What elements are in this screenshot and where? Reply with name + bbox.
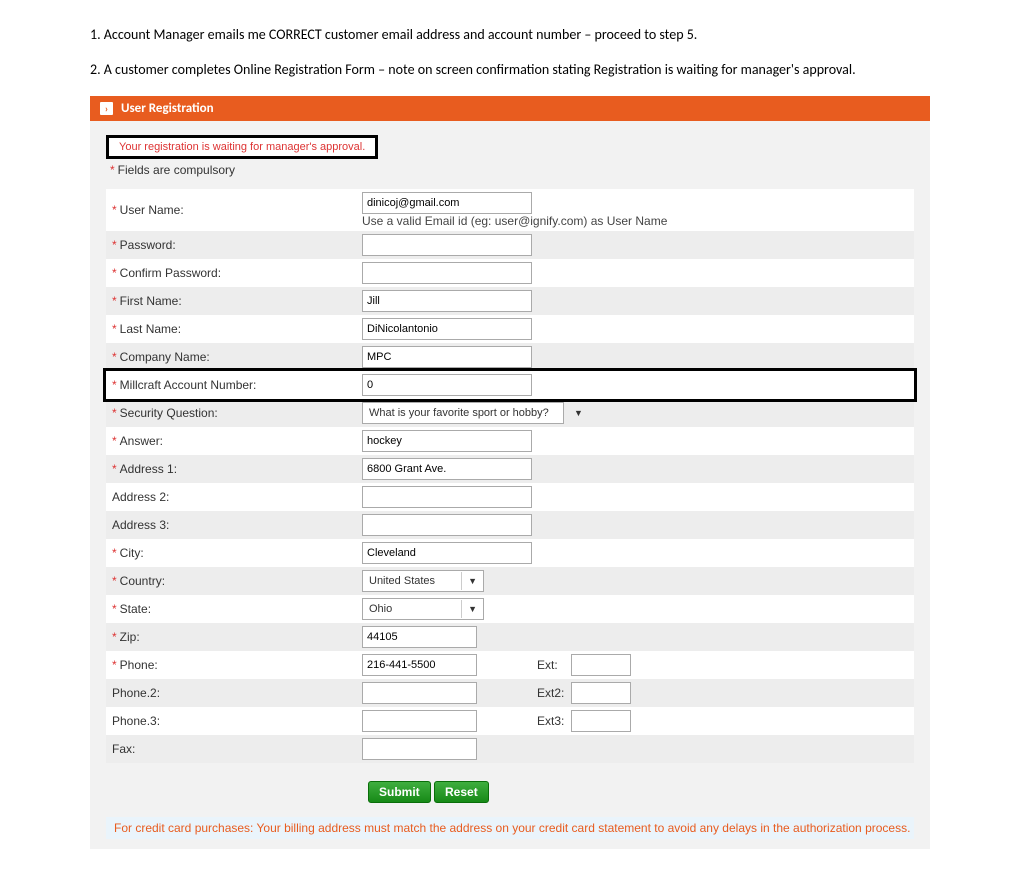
instruction-step1: 1. Account Manager emails me CORRECT cus… (90, 26, 930, 43)
credit-card-footnote: For credit card purchases: Your billing … (106, 817, 914, 839)
confirm-password-input[interactable] (362, 262, 532, 284)
state-select[interactable]: Ohio▼ (362, 598, 484, 620)
chevron-right-icon: › (100, 102, 113, 115)
label-address1: Address 1: (120, 462, 177, 476)
label-ext3: Ext3: (537, 714, 571, 728)
ext2-input[interactable] (571, 682, 631, 704)
label-ext: Ext: (537, 658, 571, 672)
label-password: Password: (120, 238, 176, 252)
security-question-select[interactable]: What is your favorite sport or hobby? (362, 402, 564, 424)
caret-down-icon: ▼ (462, 576, 483, 586)
fax-input[interactable] (362, 738, 477, 760)
compulsory-note: *Fields are compulsory (110, 163, 914, 177)
label-phone3: Phone.3: (112, 714, 160, 728)
last-name-input[interactable] (362, 318, 532, 340)
address2-input[interactable] (362, 486, 532, 508)
username-helper: Use a valid Email id (eg: user@ignify.co… (362, 214, 667, 228)
ext-input[interactable] (571, 654, 631, 676)
reset-button[interactable]: Reset (434, 781, 489, 803)
phone-input[interactable] (362, 654, 477, 676)
label-state: State: (120, 602, 151, 616)
address3-input[interactable] (362, 514, 532, 536)
label-city: City: (120, 546, 144, 560)
city-input[interactable] (362, 542, 532, 564)
phone3-input[interactable] (362, 710, 477, 732)
label-username: User Name: (120, 203, 184, 217)
username-input[interactable] (362, 192, 532, 214)
label-confirm-password: Confirm Password: (120, 266, 221, 280)
instruction-step2: 2. A customer completes Online Registrat… (90, 61, 930, 78)
label-phone: Phone: (120, 658, 158, 672)
label-last-name: Last Name: (120, 322, 181, 336)
panel-header: › User Registration (90, 96, 930, 121)
form-rows: *User Name: Use a valid Email id (eg: us… (106, 189, 914, 763)
label-security-question: Security Question: (120, 406, 218, 420)
label-company-name: Company Name: (120, 350, 210, 364)
caret-down-icon: ▼ (462, 604, 483, 614)
label-zip: Zip: (120, 630, 140, 644)
label-ext2: Ext2: (537, 686, 571, 700)
label-account-number: Millcraft Account Number: (120, 378, 257, 392)
label-fax: Fax: (112, 742, 135, 756)
country-select[interactable]: United States▼ (362, 570, 484, 592)
registration-panel: › User Registration Your registration is… (90, 96, 930, 849)
label-answer: Answer: (120, 434, 163, 448)
password-input[interactable] (362, 234, 532, 256)
company-name-input[interactable] (362, 346, 532, 368)
ext3-input[interactable] (571, 710, 631, 732)
approval-notice: Your registration is waiting for manager… (106, 135, 378, 159)
address1-input[interactable] (362, 458, 532, 480)
panel-title: User Registration (121, 101, 214, 116)
zip-input[interactable] (362, 626, 477, 648)
phone2-input[interactable] (362, 682, 477, 704)
panel-body: Your registration is waiting for manager… (90, 121, 930, 849)
account-number-input[interactable] (362, 374, 532, 396)
label-address3: Address 3: (112, 518, 169, 532)
label-phone2: Phone.2: (112, 686, 160, 700)
submit-button[interactable]: Submit (368, 781, 431, 803)
first-name-input[interactable] (362, 290, 532, 312)
label-address2: Address 2: (112, 490, 169, 504)
caret-down-icon[interactable]: ▼ (574, 408, 583, 418)
label-first-name: First Name: (120, 294, 182, 308)
answer-input[interactable] (362, 430, 532, 452)
label-country: Country: (120, 574, 165, 588)
